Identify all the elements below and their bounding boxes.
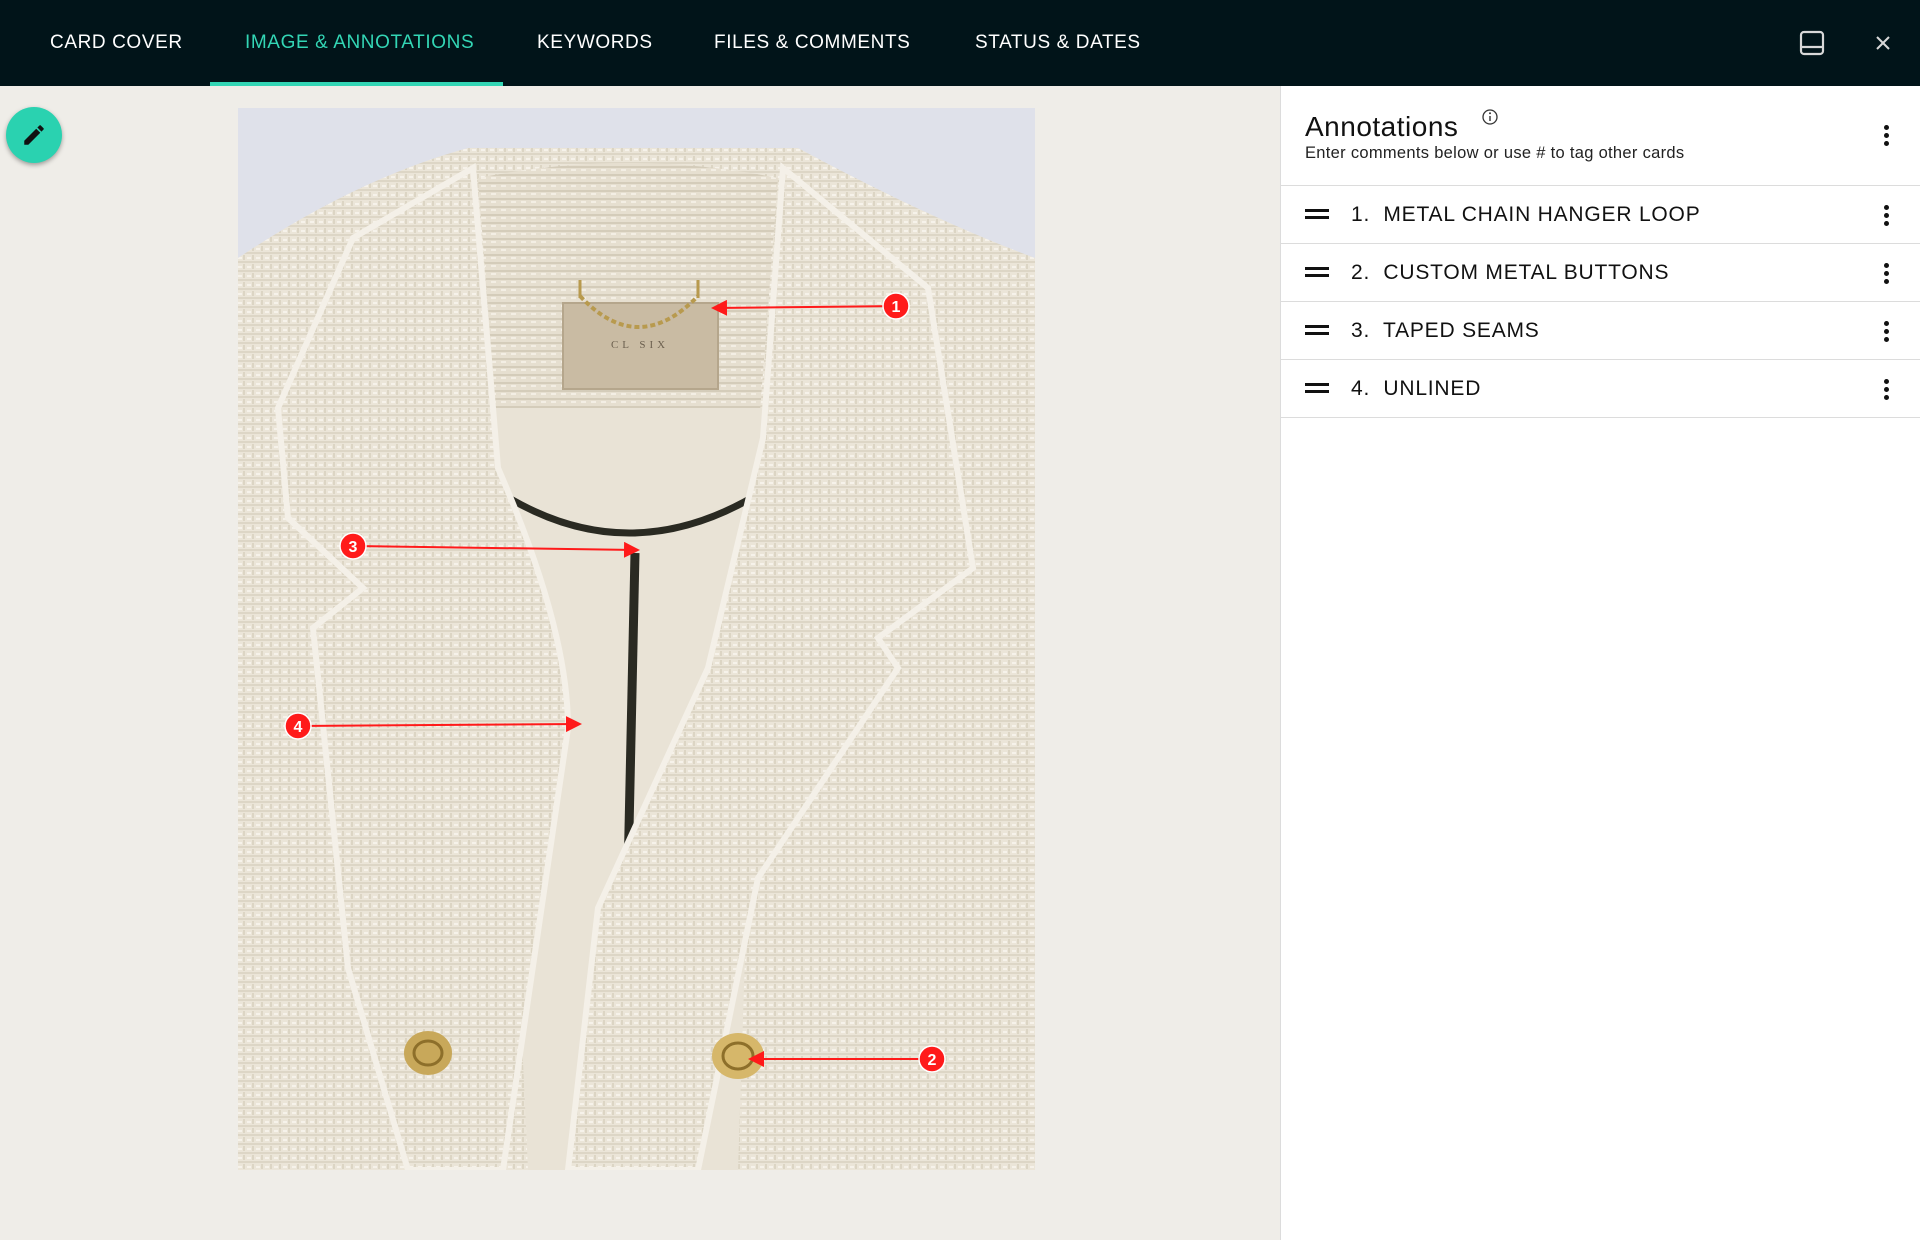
tab-image-annotations[interactable]: IMAGE & ANNOTATIONS bbox=[245, 0, 474, 86]
list-item[interactable]: 3. TAPED SEAMS bbox=[1281, 302, 1920, 360]
jacket-button-left bbox=[404, 1031, 452, 1075]
jacket-button-right bbox=[712, 1033, 764, 1079]
info-icon[interactable] bbox=[1481, 108, 1499, 126]
svg-text:3: 3 bbox=[349, 539, 358, 556]
item-more-options-icon[interactable] bbox=[1871, 314, 1901, 348]
item-more-options-icon[interactable] bbox=[1871, 198, 1901, 232]
panel-subtitle: Enter comments below or use # to tag oth… bbox=[1305, 144, 1685, 162]
tab-keywords[interactable]: KEYWORDS bbox=[537, 0, 653, 86]
annotation-label: 4. UNLINED bbox=[1351, 377, 1482, 400]
top-navigation-bar: CARD COVER IMAGE & ANNOTATIONS KEYWORDS … bbox=[0, 0, 1920, 86]
panel-more-options-icon[interactable] bbox=[1871, 118, 1901, 152]
list-item[interactable]: 4. UNLINED bbox=[1281, 360, 1920, 418]
svg-text:2: 2 bbox=[928, 1052, 937, 1069]
list-item[interactable]: 1. METAL CHAIN HANGER LOOP bbox=[1281, 186, 1920, 244]
image-workspace: CL SIX 1 2 3 4 bbox=[0, 86, 1280, 1240]
drag-handle-icon[interactable] bbox=[1305, 265, 1329, 279]
svg-text:CL SIX: CL SIX bbox=[611, 339, 669, 351]
annotation-label: 3. TAPED SEAMS bbox=[1351, 319, 1540, 342]
close-icon[interactable] bbox=[1864, 24, 1902, 62]
svg-text:4: 4 bbox=[294, 719, 303, 736]
annotations-panel: Annotations Enter comments below or use … bbox=[1280, 86, 1920, 1240]
annotation-list: 1. METAL CHAIN HANGER LOOP 2. CUSTOM MET… bbox=[1281, 185, 1920, 418]
edit-annotations-button[interactable] bbox=[6, 107, 62, 163]
item-more-options-icon[interactable] bbox=[1871, 372, 1901, 406]
drag-handle-icon[interactable] bbox=[1305, 323, 1329, 337]
tab-status-dates[interactable]: STATUS & DATES bbox=[975, 0, 1141, 86]
list-item[interactable]: 2. CUSTOM METAL BUTTONS bbox=[1281, 244, 1920, 302]
drag-handle-icon[interactable] bbox=[1305, 207, 1329, 221]
annotation-label: 2. CUSTOM METAL BUTTONS bbox=[1351, 261, 1670, 284]
panel-title: Annotations bbox=[1305, 111, 1459, 142]
tab-card-cover[interactable]: CARD COVER bbox=[50, 0, 183, 86]
tab-files-comments[interactable]: FILES & COMMENTS bbox=[714, 0, 910, 86]
svg-text:1: 1 bbox=[892, 299, 901, 316]
drag-handle-icon[interactable] bbox=[1305, 381, 1329, 395]
panel-toggle-icon[interactable] bbox=[1793, 24, 1831, 62]
item-more-options-icon[interactable] bbox=[1871, 256, 1901, 290]
pencil-icon bbox=[24, 125, 44, 145]
annotation-label: 1. METAL CHAIN HANGER LOOP bbox=[1351, 203, 1701, 226]
annotated-jacket-photo[interactable]: CL SIX 1 2 3 4 bbox=[238, 108, 1035, 1170]
